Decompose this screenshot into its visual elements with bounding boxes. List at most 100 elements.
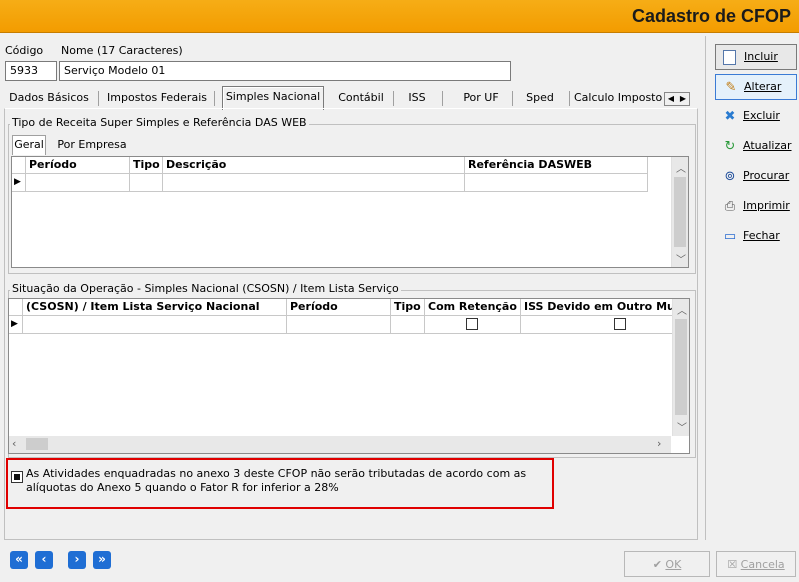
col-periodo[interactable]: Período [287,299,391,316]
imprimir-button[interactable]: ⎙ Imprimir [715,194,797,220]
subtab-geral[interactable]: Geral [12,135,46,155]
incluir-label: Incluir [744,50,778,63]
grid-indicator-header [9,299,23,316]
row-pointer-icon: ▶ [12,174,26,192]
codigo-field[interactable]: 5933 [5,61,57,81]
col-csosn[interactable]: (CSOSN) / Item Lista Serviço Nacional [23,299,287,316]
cell-periodo[interactable] [287,316,391,334]
iss-devido-checkbox[interactable] [614,318,626,330]
com-retencao-checkbox[interactable] [466,318,478,330]
situacao-grid[interactable]: (CSOSN) / Item Lista Serviço Nacional Pe… [8,298,690,454]
horizontal-scrollbar[interactable]: ‹ › [9,436,671,453]
fechar-label: Fechar [743,229,780,242]
tab-iss[interactable]: ISS [400,88,434,110]
refresh-icon: ↻ [724,139,736,154]
scroll-up-icon[interactable]: ︿ [676,160,686,175]
cell-com-retencao[interactable] [425,316,521,334]
col-iss-devido[interactable]: ISS Devido em Outro Mu [521,299,673,316]
col-tipo[interactable]: Tipo [130,157,163,174]
cancela-button[interactable]: ☒ Cancela [716,551,796,577]
tab-calculo-imposto[interactable]: Calculo Imposto [574,88,662,110]
tab-scroll-arrows[interactable]: ◀ ▶ [664,92,690,106]
tab-por-uf[interactable]: Por UF [458,88,504,110]
pencil-icon: ✎ [725,80,737,95]
alterar-button[interactable]: ✎ Alterar [715,74,797,100]
col-tipo[interactable]: Tipo [391,299,425,316]
atualizar-label: Atualizar [743,139,792,152]
printer-icon: ⎙ [724,199,736,214]
sidebar-divider [705,36,706,540]
excluir-label: Excluir [743,109,780,122]
group-tipo-receita-title: Tipo de Receita Super Simples e Referênc… [10,116,309,129]
tab-dados-basicos[interactable]: Dados Básicos [4,88,94,110]
procurar-button[interactable]: ⊚ Procurar [715,164,797,190]
tab-simples-nacional[interactable]: Simples Nacional [222,86,324,110]
fechar-button[interactable]: ▭ Fechar [715,224,797,250]
nome-field[interactable]: Serviço Modelo 01 [59,61,511,81]
row-pointer-icon: ▶ [9,316,23,334]
tab-separator [442,91,443,106]
tab-separator [98,91,99,106]
cell-descricao[interactable] [163,174,465,192]
title-bar: Cadastro de CFOP [0,0,799,33]
notice-text-line1: As Atividades enquadradas no anexo 3 des… [26,467,527,480]
nav-last-icon[interactable]: » [93,551,111,569]
nav-prev-icon[interactable]: ‹ [35,551,53,569]
tab-separator [569,91,570,106]
tab-separator [512,91,513,106]
cell-referencia[interactable] [465,174,648,192]
cancela-label: Cancela [740,558,785,571]
imprimir-label: Imprimir [743,199,790,212]
tab-separator [214,91,215,106]
window-title: Cadastro de CFOP [631,6,791,26]
delete-icon: ✖ [724,109,736,124]
col-com-retencao[interactable]: Com Retenção [425,299,521,316]
vertical-scrollbar[interactable]: ︿ ﹀ [672,299,689,436]
cancel-icon: ☒ [727,558,741,571]
scroll-thumb[interactable] [675,319,687,415]
scroll-left-icon[interactable]: ‹ [12,437,16,450]
excluir-button[interactable]: ✖ Excluir [715,104,797,130]
binoculars-icon: ⊚ [724,169,736,184]
notice-text-line2: alíquotas do Anexo 5 quando o Fator R fo… [26,481,339,494]
scroll-thumb[interactable] [674,177,686,247]
scroll-up-icon[interactable]: ︿ [677,302,687,317]
incluir-button[interactable]: Incluir [715,44,797,70]
procurar-label: Procurar [743,169,790,182]
receita-grid[interactable]: Período Tipo Descrição Referência DASWEB… [11,156,689,268]
checkbox-filled-icon [14,474,20,480]
cell-iss-devido[interactable] [521,316,673,334]
cell-tipo[interactable] [391,316,425,334]
check-icon: ✔ [652,558,666,571]
cell-tipo[interactable] [130,174,163,192]
scroll-down-icon[interactable]: ﹀ [676,251,686,266]
scroll-right-icon[interactable]: › [657,437,661,450]
notice-checkbox[interactable] [11,471,23,483]
col-referencia[interactable]: Referência DASWEB [465,157,648,174]
ok-label: OK [665,558,682,571]
tab-separator [393,91,394,106]
col-descricao[interactable]: Descrição [163,157,465,174]
alterar-label: Alterar [744,80,782,93]
tab-scroll-left-icon[interactable]: ◀ [665,93,677,105]
ok-button[interactable]: ✔ OK [624,551,710,577]
tab-sped[interactable]: Sped [520,88,560,110]
tab-contabil[interactable]: Contábil [336,88,386,110]
scroll-down-icon[interactable]: ﹀ [677,419,687,434]
col-periodo[interactable]: Período [26,157,130,174]
tab-scroll-right-icon[interactable]: ▶ [677,93,689,105]
scroll-thumb[interactable] [26,438,48,450]
new-document-icon [723,50,736,65]
nome-label: Nome (17 Caracteres) [61,44,183,57]
nav-next-icon[interactable]: › [68,551,86,569]
group-situacao-title: Situação da Operação - Simples Nacional … [10,282,401,295]
vertical-scrollbar[interactable]: ︿ ﹀ [671,157,688,267]
close-window-icon: ▭ [723,229,737,244]
nav-first-icon[interactable]: « [10,551,28,569]
atualizar-button[interactable]: ↻ Atualizar [715,134,797,160]
cell-csosn[interactable] [23,316,287,334]
codigo-label: Código [5,44,44,57]
cell-periodo[interactable] [26,174,130,192]
tab-impostos-federais[interactable]: Impostos Federais [103,88,211,110]
grid-indicator-header [12,157,26,174]
